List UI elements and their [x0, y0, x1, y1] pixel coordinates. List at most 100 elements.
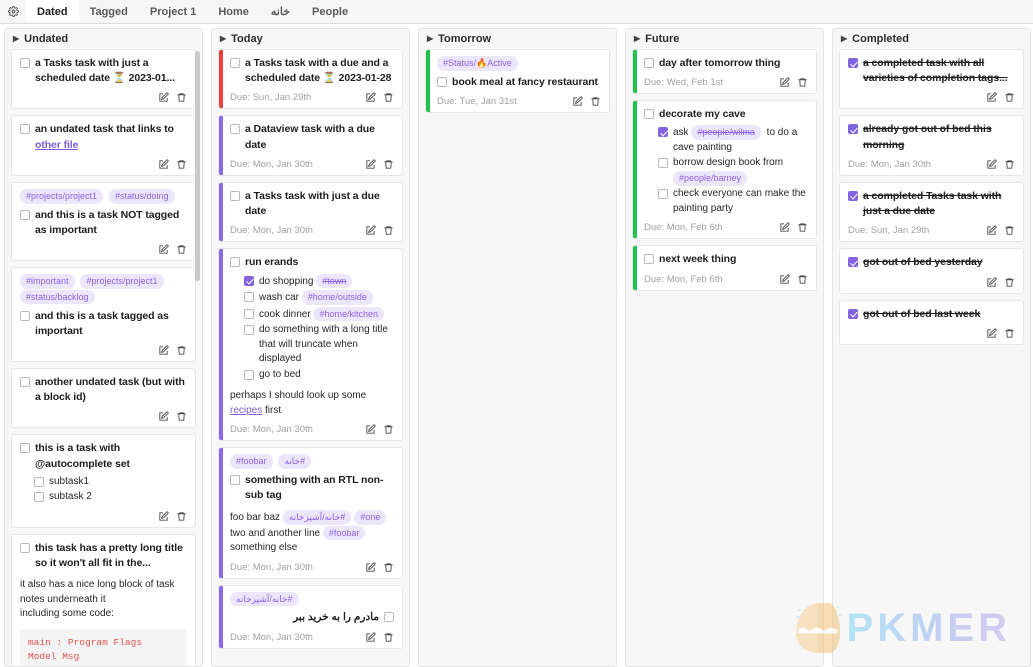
trash-icon[interactable] [797, 274, 808, 285]
subtask-checkbox[interactable] [244, 369, 254, 380]
edit-icon[interactable] [158, 411, 169, 422]
edit-icon[interactable] [779, 222, 790, 233]
tag[interactable]: #home/kitchen [313, 306, 385, 322]
trash-icon[interactable] [1004, 277, 1015, 288]
tag[interactable]: #projects/project1 [80, 274, 164, 289]
subtask-item[interactable]: borrow design book from #people/barney [658, 156, 808, 186]
edit-icon[interactable] [158, 244, 169, 255]
column-header-tomorrow[interactable]: ▶ Tomorrow [419, 29, 616, 49]
task-checkbox[interactable] [20, 58, 30, 68]
task-card[interactable]: a completed Tasks task with just a due d… [839, 181, 1024, 243]
task-card[interactable]: this is a task with @autocomplete set su… [11, 434, 196, 528]
edit-icon[interactable] [986, 92, 997, 103]
edit-icon[interactable] [986, 328, 997, 339]
task-checkbox[interactable] [848, 308, 858, 319]
task-checkbox[interactable] [437, 76, 447, 87]
task-checkbox[interactable] [384, 612, 394, 623]
tab-project-1[interactable]: Project 1 [139, 0, 207, 23]
edit-icon[interactable] [365, 424, 376, 435]
task-checkbox[interactable] [20, 310, 30, 321]
task-card[interactable]: an undated task that links to other file [11, 115, 196, 176]
task-card[interactable]: this task has a pretty long title so it … [11, 533, 196, 666]
subtask-item[interactable]: ask #people/wilma to do a cave painting [658, 125, 808, 155]
trash-icon[interactable] [176, 511, 187, 522]
edit-icon[interactable] [365, 562, 376, 573]
subtask-item[interactable]: go to bed [244, 368, 394, 383]
tab-khaneh[interactable]: خانه [260, 0, 301, 23]
trash-icon[interactable] [1004, 159, 1015, 170]
subtask-checkbox[interactable] [244, 325, 254, 336]
edit-icon[interactable] [158, 159, 169, 170]
subtask-checkbox[interactable] [244, 308, 254, 319]
edit-icon[interactable] [986, 276, 997, 288]
tab-dated[interactable]: Dated [26, 0, 79, 23]
tag[interactable]: #Status/🔥Active [437, 56, 518, 71]
edit-icon[interactable] [365, 92, 376, 103]
tag[interactable]: #foobar [322, 525, 366, 541]
trash-icon[interactable] [176, 159, 187, 170]
task-checkbox[interactable] [20, 209, 30, 220]
task-checkbox[interactable] [848, 124, 858, 135]
subtask-item[interactable]: check everyone can make the painting par… [658, 187, 808, 216]
trash-icon[interactable] [590, 96, 601, 107]
tag[interactable]: #خانه [278, 454, 312, 469]
edit-icon[interactable] [365, 632, 376, 643]
edit-icon[interactable] [365, 159, 376, 170]
task-checkbox[interactable] [230, 190, 240, 201]
edit-icon[interactable] [986, 159, 997, 170]
tag[interactable]: #important [20, 274, 75, 289]
tag[interactable]: #status/doing [108, 188, 175, 204]
task-card[interactable]: #projects/project1 #status/doing and thi… [11, 181, 196, 262]
tab-home[interactable]: Home [207, 0, 260, 23]
task-checkbox[interactable] [644, 109, 654, 120]
trash-icon[interactable] [1004, 328, 1015, 339]
task-card[interactable]: a Tasks task with a due and a scheduled … [218, 49, 403, 110]
edit-icon[interactable] [572, 96, 583, 107]
column-scrollbar[interactable] [195, 51, 200, 281]
edit-icon[interactable] [986, 225, 997, 236]
task-card[interactable]: #important #projects/project1 #status/ba… [11, 267, 196, 362]
tag[interactable]: #projects/project1 [20, 188, 104, 204]
task-card[interactable]: decorate my cave ask #people/wilma to do… [632, 100, 817, 240]
task-card[interactable]: a completed task with all varieties of c… [839, 49, 1024, 110]
subtask-checkbox[interactable] [658, 127, 668, 138]
task-card[interactable]: got out of bed last week [839, 299, 1024, 345]
subtask-checkbox[interactable] [244, 292, 254, 303]
edit-icon[interactable] [365, 225, 376, 236]
task-card[interactable]: #Status/🔥Active book meal at fancy resta… [425, 49, 610, 113]
task-checkbox[interactable] [848, 190, 858, 201]
tab-people[interactable]: People [301, 0, 359, 23]
task-link[interactable]: other file [35, 139, 78, 151]
subtask-checkbox[interactable] [34, 476, 44, 487]
task-card[interactable]: day after tomorrow thing Due: Wed, Feb 1… [632, 49, 817, 95]
task-checkbox[interactable] [230, 474, 240, 485]
tag[interactable]: #home/outside [301, 290, 373, 305]
subtask-item[interactable]: cook dinner #home/kitchen [244, 306, 394, 323]
trash-icon[interactable] [383, 225, 394, 236]
edit-icon[interactable] [158, 345, 169, 356]
task-checkbox[interactable] [20, 124, 30, 135]
tag[interactable]: #status/backlog [20, 289, 95, 305]
task-card[interactable]: got out of bed yesterday [839, 248, 1024, 294]
column-header-undated[interactable]: ▶ Undated [5, 29, 202, 49]
trash-icon[interactable] [383, 92, 394, 103]
task-checkbox[interactable] [644, 58, 654, 68]
notes-link[interactable]: recipes [230, 405, 262, 416]
tag[interactable]: #town [316, 273, 353, 289]
trash-icon[interactable] [176, 411, 187, 422]
task-card[interactable]: a Tasks task with just a due date Due: M… [218, 181, 403, 243]
tag[interactable]: #people/barney [673, 170, 748, 186]
column-header-today[interactable]: ▶ Today [212, 29, 409, 49]
task-checkbox[interactable] [230, 58, 240, 68]
edit-icon[interactable] [158, 92, 169, 103]
subtask-item[interactable]: wash car #home/outside [244, 290, 394, 306]
task-card[interactable]: already got out of bed this morning Due:… [839, 115, 1024, 176]
trash-icon[interactable] [176, 92, 187, 103]
subtask-checkbox[interactable] [244, 275, 254, 286]
task-checkbox[interactable] [848, 58, 858, 68]
trash-icon[interactable] [383, 632, 394, 643]
task-card[interactable]: a Dataview task with a due date Due: Mon… [218, 115, 403, 176]
edit-icon[interactable] [158, 511, 169, 522]
task-checkbox[interactable] [230, 124, 240, 135]
task-checkbox[interactable] [644, 254, 654, 265]
